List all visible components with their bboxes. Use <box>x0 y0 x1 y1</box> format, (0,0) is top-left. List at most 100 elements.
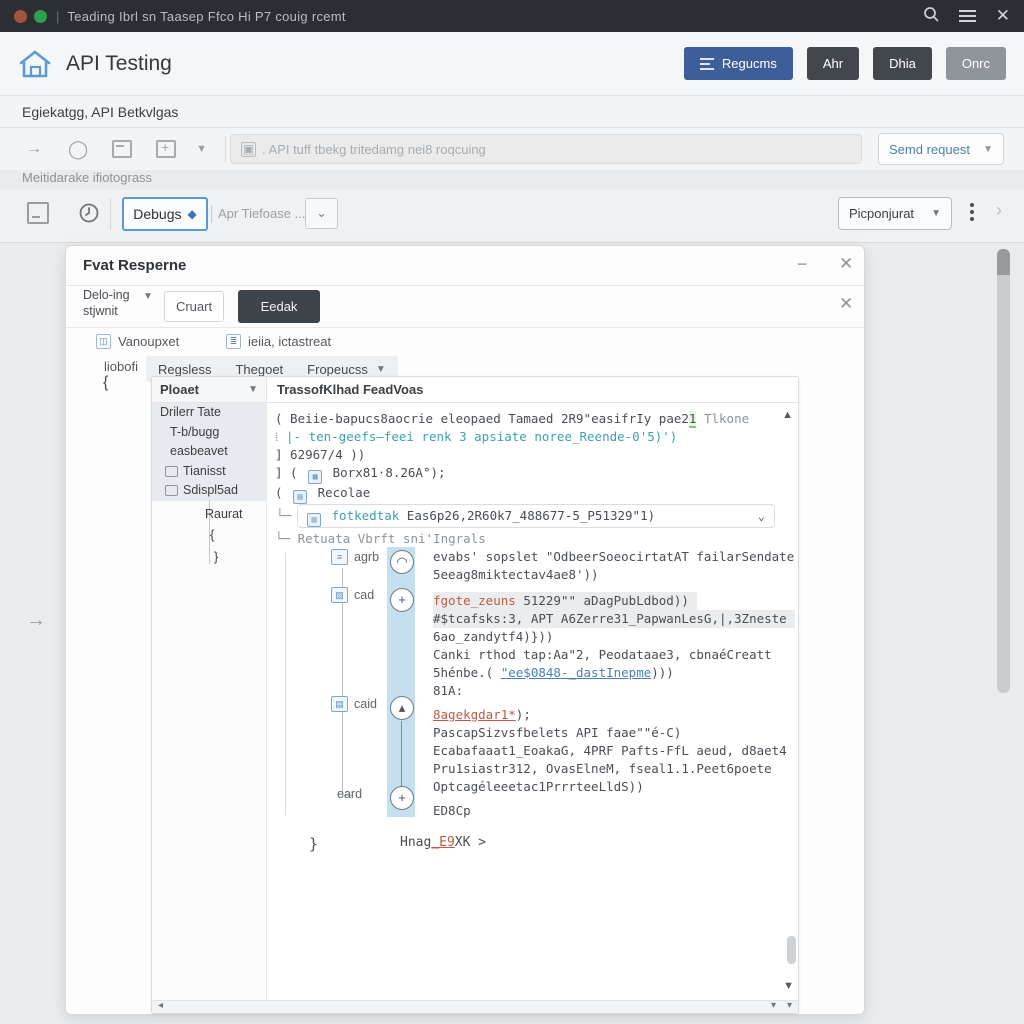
code-segment: Optcagéleeetac1PrrrteeLldS)) <box>433 779 644 794</box>
history-clock-icon[interactable] <box>78 202 100 229</box>
menu-icon[interactable] <box>959 7 976 25</box>
scrollbar-thumb[interactable] <box>997 249 1010 275</box>
tree-item-label: Sdispl5ad <box>183 481 238 501</box>
code-row: ] 62967/4 )) <box>275 446 790 464</box>
requests-button[interactable]: Regucms <box>684 47 793 80</box>
code-segment: ▦ <box>308 470 322 484</box>
url-placeholder: . API tuff tbekg tritedamg nei8 roqcuing <box>262 142 486 157</box>
code-header: TrassofKlhad FeadVoas <box>267 377 798 402</box>
tree-item[interactable]: Sdispl5ad <box>152 481 266 501</box>
code-segment: #$tcafsks:3, APT A6Zerre31_PapwanLesG,|,… <box>433 611 787 626</box>
collection-label: Apr Tiefoase ... <box>218 206 305 221</box>
breadcrumb: Egiekatgg, API Betkvlgas <box>0 96 1024 128</box>
vertical-scrollbar-thumb[interactable] <box>787 936 796 964</box>
debug-button[interactable]: Debugs ◆ <box>122 197 208 231</box>
tab-regsless[interactable]: Regsless <box>158 362 211 377</box>
window-scrollbar[interactable] <box>997 249 1010 693</box>
footer-link[interactable]: Hnag_E9XK > <box>400 835 486 850</box>
code-row: #$tcafsks:3, APT A6Zerre31_PapwanLesG,|,… <box>433 610 795 628</box>
code-row: 6ao_zandytf4)})) <box>433 628 790 646</box>
header-button-2[interactable]: Ahr <box>807 47 859 80</box>
environment-dropdown[interactable]: Picponjurat ▼ <box>838 197 952 230</box>
search-icon[interactable] <box>923 6 939 26</box>
secondary-toolbar: Debugs ◆ Apr Tiefoase ... ⌄ Picponjurat … <box>0 190 1024 243</box>
code-row: └─ Retuata Vbrft sni'Ingrals <box>275 530 790 548</box>
code-segment: ))) <box>651 665 674 680</box>
header-button-4[interactable]: Onrc <box>946 47 1006 80</box>
chart-icon: ◫ <box>96 334 111 349</box>
chevron-down-icon: ▼ <box>143 291 153 302</box>
url-input[interactable]: ▣ . API tuff tbekg tritedamg nei8 roqcui… <box>230 134 862 164</box>
arrow-right-icon[interactable]: → <box>26 140 42 158</box>
code-segment: Eas6p26,2R60k7_488677-5_P51329"1) <box>399 508 655 523</box>
tree-header[interactable]: Ploaet ▼ <box>152 377 267 402</box>
document-icon: ≣ <box>226 334 241 349</box>
code-row: Optcagéleeetac1PrrrteeLldS)) <box>433 778 790 796</box>
mode-label: Delo-ing <box>83 288 130 302</box>
code-segment: fgote_zeuns <box>433 593 516 608</box>
close-icon[interactable]: ✕ <box>839 294 853 314</box>
code-segment: 6ao_zandytf4)})) <box>433 629 553 644</box>
send-request-button[interactable]: Semd request ▼ <box>878 133 1004 165</box>
mode-selector[interactable]: Delo-ing ▼ stjwnit <box>83 288 153 318</box>
code-row: Pru1siastr312, OvasElneM, fseal1.1.Peet6… <box>433 760 790 778</box>
meta-label: Vanoupxet <box>118 334 179 349</box>
tree-item[interactable]: Drilerr Tate <box>152 403 266 423</box>
code-row: ED8Cp <box>433 802 790 820</box>
request-toolbar: → ◯ ▼ ▣ . API tuff tbekg tritedamg nei8 … <box>0 128 1024 170</box>
arrow-right-icon: → <box>26 609 46 632</box>
diamond-icon: ◆ <box>188 207 197 221</box>
scroll-down-icon[interactable]: ▾ <box>771 1000 776 1011</box>
kebab-menu-icon[interactable] <box>965 200 979 224</box>
code-row: evabs' sopslet "OdbeerSoeocirtatAT faila… <box>433 548 790 566</box>
tab-thegoet[interactable]: Thegoet <box>235 362 283 377</box>
dialog-title: Fvat Resperne <box>83 257 186 274</box>
main-area: → Fvat Resperne − ✕ Delo-ing ▼ stjwnit C… <box>0 243 1024 1024</box>
dialog-actions-row: Delo-ing ▼ stjwnit Cruart Eedak ✕ <box>66 286 864 328</box>
tab-fropeucss[interactable]: Fropeucss <box>307 362 368 377</box>
code-segment: ( Beiie-bapucs8aocrie eleopaed Tamaed 2R… <box>275 411 689 426</box>
chevron-right-icon[interactable]: › <box>996 200 1002 221</box>
tree-header-label: Ploaet <box>160 382 199 397</box>
chevron-down-icon[interactable]: ▼ <box>196 143 207 155</box>
code-segment: Ecabafaaat1_EoakaG, 4PRF Pafts-FfL aeud,… <box>433 743 787 758</box>
add-panel-icon[interactable] <box>156 140 176 158</box>
request-icon: ▣ <box>241 142 256 157</box>
circle-icon[interactable]: ◯ <box>68 139 88 160</box>
draft-button[interactable]: Cruart <box>164 291 224 322</box>
inspector-panel: Ploaet ▼ TrassofKlhad FeadVoas Drilerr T… <box>151 376 799 1014</box>
primary-button[interactable]: Eedak <box>238 290 320 323</box>
scroll-down-icon[interactable]: ▼ <box>783 980 794 992</box>
scroll-left-icon[interactable]: ◂ <box>158 1000 163 1011</box>
code-segment: ); <box>516 707 531 722</box>
header-button-3[interactable]: Dhia <box>873 47 932 80</box>
tree-item[interactable]: T-b/bugg <box>152 423 266 443</box>
window-title: Teading Ibrl sn Taasep Ffco Hi P7 couig … <box>67 9 345 24</box>
close-icon[interactable]: ✕ <box>996 6 1010 26</box>
tree-item[interactable]: Tianisst <box>152 462 266 482</box>
code-segment: Canki rthod tap:Aa"2, Peodataae3, cbnaéC… <box>433 647 772 662</box>
dialog-header: Fvat Resperne − ✕ <box>66 246 864 286</box>
tree-item[interactable]: easbeavet <box>152 442 266 462</box>
horizontal-scrollbar[interactable]: ◂ ▾ ▾ <box>152 1000 798 1013</box>
code-row: PascapSizvsfbelets API faae""é-C) <box>433 724 790 742</box>
code-segment: ( <box>275 485 290 500</box>
scroll-down-icon[interactable]: ▾ <box>787 1000 792 1011</box>
code-segment: PascapSizvsfbelets API faae""é-C) <box>433 725 681 740</box>
code-segment: └─ <box>275 531 298 546</box>
home-icon[interactable] <box>18 49 52 79</box>
minimize-icon[interactable]: − <box>797 254 808 275</box>
close-icon[interactable]: ✕ <box>839 254 853 274</box>
open-brace: { <box>103 374 108 392</box>
scroll-up-icon[interactable]: ▲ <box>782 409 793 421</box>
layout-icon[interactable] <box>27 202 49 224</box>
response-dialog: Fvat Resperne − ✕ Delo-ing ▼ stjwnit Cru… <box>65 245 865 1015</box>
tree-close-brace: } <box>214 549 218 564</box>
chevron-down-icon: ▼ <box>983 144 993 155</box>
collection-dropdown-button[interactable]: ⌄ <box>305 198 338 229</box>
code-row: Canki rthod tap:Aa"2, Peodataae3, cbnaéC… <box>433 646 790 664</box>
breadcrumb-text: Egiekatgg, API Betkvlgas <box>22 104 178 120</box>
tree-item-label: T-b/bugg <box>170 423 219 443</box>
chevron-down-icon[interactable]: ⌄ <box>758 505 765 527</box>
panel-icon[interactable] <box>112 140 132 158</box>
